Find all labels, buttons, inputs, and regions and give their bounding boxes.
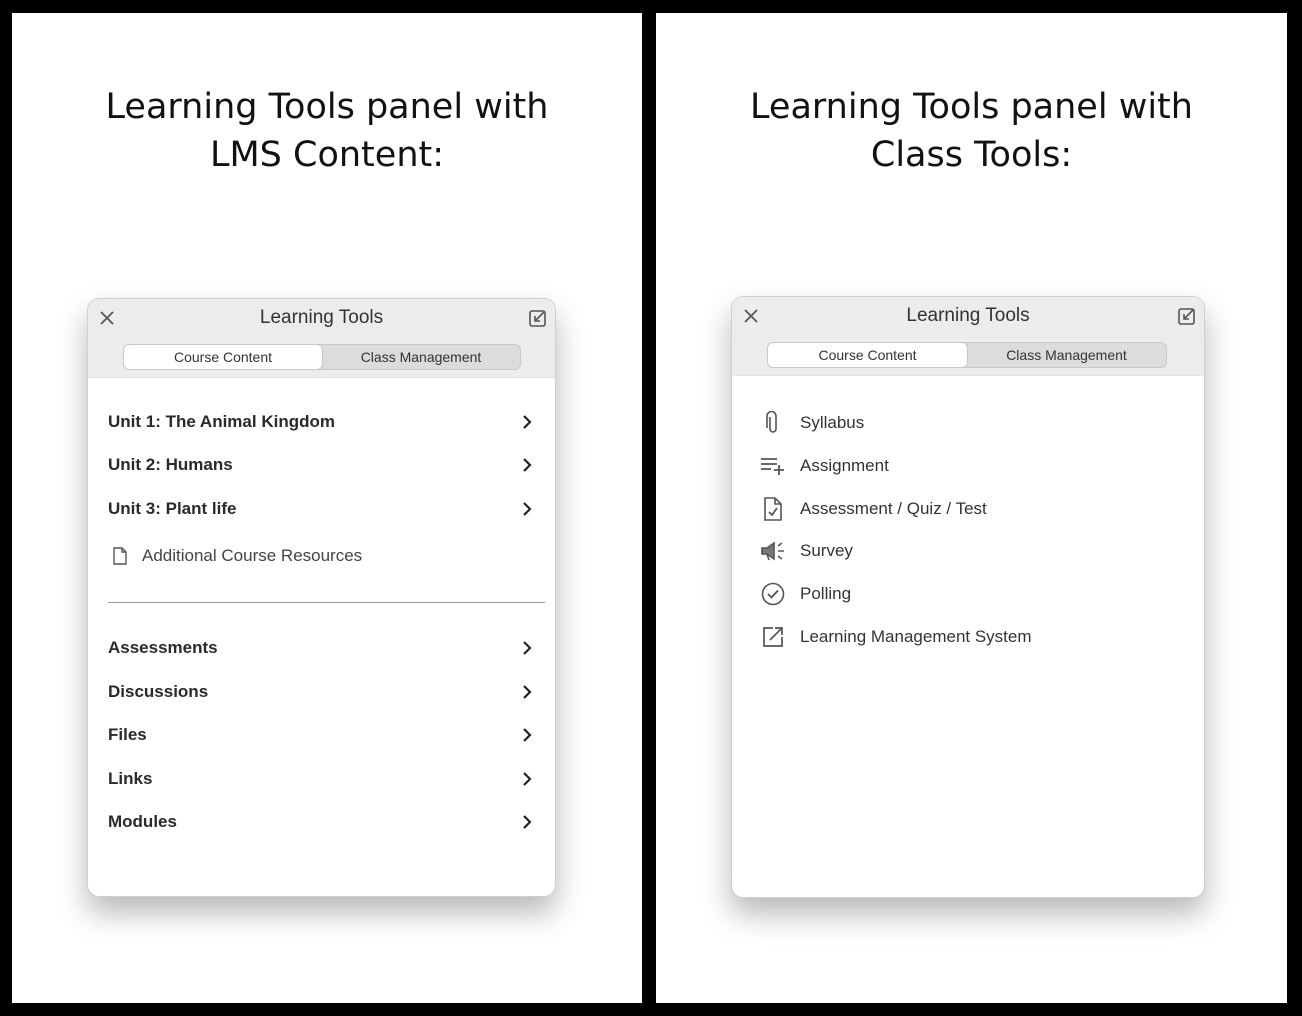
section-row[interactable]: Links (108, 764, 535, 794)
tool-label: Polling (800, 584, 852, 603)
document-icon (113, 547, 127, 565)
section-divider (108, 602, 545, 603)
left-heading-line2: LMS Content: (209, 135, 445, 175)
learning-tools-panel-lms: Learning Tools Course Content Class Mana… (87, 298, 556, 897)
chevron-right-icon (523, 728, 532, 742)
unit-row[interactable]: Unit 3: Plant life (108, 494, 535, 524)
chevron-right-icon (523, 685, 532, 699)
tool-label: Syllabus (800, 413, 865, 432)
collapse-panel-icon[interactable] (1176, 305, 1198, 327)
unit-label: Unit 3: Plant life (108, 499, 237, 518)
section-row[interactable]: Assessments (108, 633, 535, 663)
tab-switcher: Course Content Class Management (767, 342, 1167, 368)
chevron-right-icon (523, 502, 532, 516)
chevron-right-icon (523, 772, 532, 786)
tool-label: Assessment / Quiz / Test (800, 499, 987, 518)
panel-title: Learning Tools (906, 305, 1030, 326)
chevron-right-icon (523, 815, 532, 829)
section-row[interactable]: Discussions (108, 677, 535, 707)
additional-resources-link[interactable]: Additional Course Resources (112, 542, 362, 570)
external-link-icon (760, 624, 786, 650)
collapse-panel-icon[interactable] (527, 307, 549, 329)
right-pane: Learning Tools panel with Class Tools: L… (656, 13, 1287, 1003)
tab-switcher: Course Content Class Management (123, 344, 521, 370)
tool-polling[interactable]: Polling (760, 579, 851, 609)
panel-header: Learning Tools Course Content Class Mana… (732, 297, 1204, 376)
right-heading: Learning Tools panel with Class Tools: (656, 83, 1287, 179)
left-heading-line1: Learning Tools panel with (105, 87, 549, 127)
tab-course-content[interactable]: Course Content (768, 343, 967, 367)
section-label: Files (108, 725, 147, 744)
section-row[interactable]: Modules (108, 807, 535, 837)
tool-assessment[interactable]: Assessment / Quiz / Test (760, 494, 987, 524)
tool-label: Survey (800, 541, 853, 560)
left-pane: Learning Tools panel with LMS Content: L… (12, 13, 642, 1003)
tool-assignment[interactable]: Assignment (760, 451, 889, 481)
section-label: Discussions (108, 682, 209, 701)
tool-syllabus[interactable]: Syllabus (760, 408, 864, 438)
tab-class-management[interactable]: Class Management (967, 343, 1166, 367)
tab-course-content[interactable]: Course Content (124, 345, 322, 369)
tool-label: Assignment (800, 456, 889, 475)
tool-survey[interactable]: Survey (760, 536, 853, 566)
section-label: Links (108, 769, 153, 788)
panel-header: Learning Tools Course Content Class Mana… (88, 299, 555, 378)
tool-lms[interactable]: Learning Management System (760, 622, 1032, 652)
panel-title: Learning Tools (259, 307, 384, 328)
unit-row[interactable]: Unit 2: Humans (108, 450, 535, 480)
tool-label: Learning Management System (800, 627, 1032, 646)
unit-label: Unit 1: The Animal Kingdom (108, 412, 335, 431)
document-check-icon (760, 496, 786, 522)
paperclip-icon (760, 410, 786, 436)
chevron-right-icon (523, 641, 532, 655)
playlist-add-icon (760, 453, 786, 479)
section-label: Assessments (108, 638, 218, 657)
chevron-right-icon (523, 458, 532, 472)
section-row[interactable]: Files (108, 720, 535, 750)
check-circle-icon (760, 581, 786, 607)
right-heading-line1: Learning Tools panel with (750, 87, 1193, 127)
chevron-right-icon (523, 415, 532, 429)
section-label: Modules (108, 812, 177, 831)
unit-label: Unit 2: Humans (108, 455, 233, 474)
right-heading-line2: Class Tools: (870, 135, 1073, 175)
additional-resources-label: Additional Course Resources (142, 546, 363, 565)
tab-class-management[interactable]: Class Management (322, 345, 520, 369)
unit-row[interactable]: Unit 1: The Animal Kingdom (108, 407, 535, 437)
left-heading: Learning Tools panel with LMS Content: (12, 83, 642, 179)
megaphone-icon (760, 538, 786, 564)
learning-tools-panel-class-tools: Learning Tools Course Content Class Mana… (731, 296, 1205, 898)
